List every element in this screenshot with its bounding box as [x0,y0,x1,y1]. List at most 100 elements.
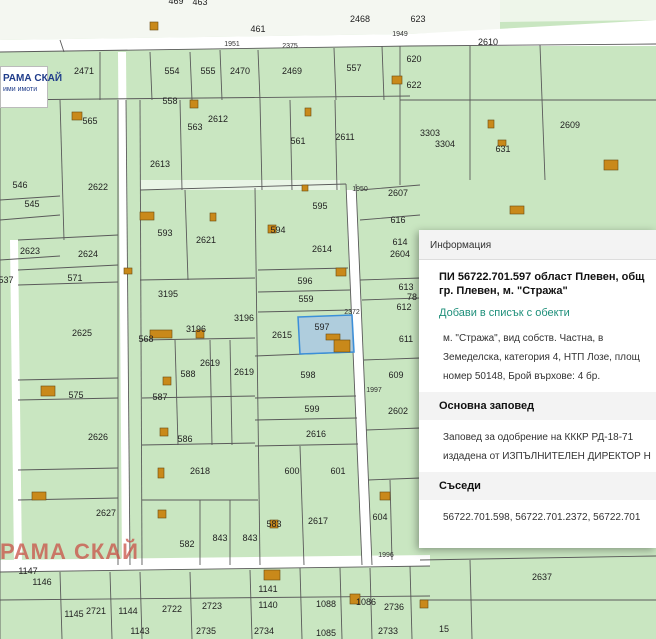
parcel-label-2722[interactable]: 2722 [162,604,182,614]
parcel-label-463[interactable]: 463 [192,0,207,7]
parcel-label-545[interactable]: 545 [24,199,39,209]
parcel-label-575[interactable]: 575 [68,390,83,400]
parcel-label-2468[interactable]: 2468 [350,14,370,24]
parcel-label-2621[interactable]: 2621 [196,235,216,245]
parcel-label-2612[interactable]: 2612 [208,114,228,124]
parcel-label-1086[interactable]: 1086 [356,597,376,607]
parcel-label-2624[interactable]: 2624 [78,249,98,259]
parcel-label-2625[interactable]: 2625 [72,328,92,338]
parcel-label-571[interactable]: 571 [67,273,82,283]
parcel-label-15[interactable]: 15 [439,624,449,634]
parcel-label-2614[interactable]: 2614 [312,244,332,254]
parcel-label-2735[interactable]: 2735 [196,626,216,636]
parcel-label-2611[interactable]: 2611 [335,132,354,142]
parcel-label-2471[interactable]: 2471 [74,66,94,76]
parcel-label-595[interactable]: 595 [312,201,327,211]
parcel-label-2619b[interactable]: 2619 [234,367,254,377]
parcel-label-3196b[interactable]: 3196 [234,313,254,323]
parcel-label-559[interactable]: 559 [298,294,313,304]
parcel-label-3196[interactable]: 3196 [186,324,206,334]
parcel-label-1144[interactable]: 1144 [118,606,137,616]
parcel-label-2469[interactable]: 2469 [282,66,302,76]
parcel-label-601[interactable]: 601 [330,466,345,476]
parcel-label-598[interactable]: 598 [300,370,315,380]
parcel-label-568[interactable]: 568 [138,334,153,344]
parcel-label-597[interactable]: 597 [314,322,329,332]
parcel-label-612[interactable]: 612 [396,302,411,312]
parcel-label-1088[interactable]: 1088 [316,599,336,609]
parcel-label-2610[interactable]: 2610 [478,37,498,47]
parcel-label-1147[interactable]: 1147 [18,566,37,576]
parcel-label-2375[interactable]: 2375 [282,43,298,50]
parcel-label-609[interactable]: 609 [388,370,403,380]
parcel-label-1997[interactable]: 1997 [366,387,382,394]
parcel-label-587[interactable]: 587 [152,392,167,402]
parcel-label-469[interactable]: 469 [168,0,183,6]
parcel-label-2607[interactable]: 2607 [388,188,408,198]
parcel-label-2615[interactable]: 2615 [272,330,292,340]
parcel-label-614[interactable]: 614 [392,237,407,247]
parcel-label-2617[interactable]: 2617 [308,516,328,526]
parcel-label-2372[interactable]: 2372 [344,309,360,316]
parcel-label-557[interactable]: 557 [346,63,361,73]
parcel-label-2733[interactable]: 2733 [378,626,398,636]
parcel-label-3303[interactable]: 3303 [420,128,440,138]
parcel-label-1146[interactable]: 1146 [32,577,51,587]
parcel-label-611[interactable]: 611 [399,334,413,344]
parcel-label-599[interactable]: 599 [304,404,319,414]
parcel-label-3195[interactable]: 3195 [158,289,178,299]
parcel-label-2604[interactable]: 2604 [390,249,410,259]
parcel-label-1951[interactable]: 1951 [224,41,240,48]
parcel-label-554[interactable]: 554 [164,66,179,76]
parcel-label-558[interactable]: 558 [162,96,177,106]
parcel-label-2736[interactable]: 2736 [384,602,404,612]
parcel-label-2734[interactable]: 2734 [254,626,274,636]
parcel-label-600[interactable]: 600 [284,466,299,476]
parcel-label-596[interactable]: 596 [297,276,312,286]
parcel-label-537[interactable]: 537 [0,275,14,285]
parcel-label-546[interactable]: 546 [12,180,27,190]
parcel-label-594[interactable]: 594 [270,225,285,235]
parcel-label-583[interactable]: 583 [266,519,281,529]
parcel-label-2609[interactable]: 2609 [560,120,580,130]
parcel-label-2616[interactable]: 2616 [306,429,326,439]
parcel-label-843[interactable]: 843 [212,533,227,543]
parcel-label-2623[interactable]: 2623 [20,246,40,256]
parcel-label-555[interactable]: 555 [200,66,215,76]
parcel-label-623[interactable]: 623 [410,14,425,24]
parcel-label-1085[interactable]: 1085 [316,628,336,638]
parcel-label-843b[interactable]: 843 [242,533,257,543]
parcel-label-1143[interactable]: 1143 [130,626,149,636]
parcel-label-1949[interactable]: 1949 [392,31,408,38]
neighbors-text[interactable]: 56722.701.598, 56722.701.2372, 56722.701 [419,500,656,527]
parcel-label-1950[interactable]: 1950 [352,186,368,193]
parcel-label-2721[interactable]: 2721 [86,606,106,616]
parcel-label-620[interactable]: 620 [406,54,421,64]
parcel-label-613[interactable]: 613 [398,282,413,292]
parcel-label-1140[interactable]: 1140 [258,600,277,610]
parcel-label-616[interactable]: 616 [390,215,405,225]
parcel-label-2602[interactable]: 2602 [388,406,408,416]
parcel-label-1141[interactable]: 1141 [258,584,277,594]
parcel-label-2619[interactable]: 2619 [200,358,220,368]
parcel-label-586[interactable]: 586 [177,434,192,444]
parcel-label-563[interactable]: 563 [187,122,202,132]
parcel-label-78[interactable]: 78 [407,292,417,302]
parcel-label-565[interactable]: 565 [82,116,97,126]
parcel-label-588[interactable]: 588 [180,369,195,379]
add-to-list-link[interactable]: Добави в списък с обекти [419,298,656,319]
parcel-label-2470[interactable]: 2470 [230,66,250,76]
parcel-label-622[interactable]: 622 [406,80,421,90]
parcel-label-1996[interactable]: 1996 [378,552,394,559]
parcel-label-2622[interactable]: 2622 [88,182,108,192]
parcel-label-631[interactable]: 631 [495,144,510,154]
parcel-label-561[interactable]: 561 [290,136,305,146]
parcel-label-2627[interactable]: 2627 [96,508,116,518]
parcel-label-2618[interactable]: 2618 [190,466,210,476]
parcel-label-604[interactable]: 604 [372,512,387,522]
parcel-label-582[interactable]: 582 [179,539,194,549]
parcel-label-2613[interactable]: 2613 [150,159,170,169]
parcel-label-593[interactable]: 593 [157,228,172,238]
parcel-label-2626[interactable]: 2626 [88,432,108,442]
parcel-label-461[interactable]: 461 [250,24,265,34]
